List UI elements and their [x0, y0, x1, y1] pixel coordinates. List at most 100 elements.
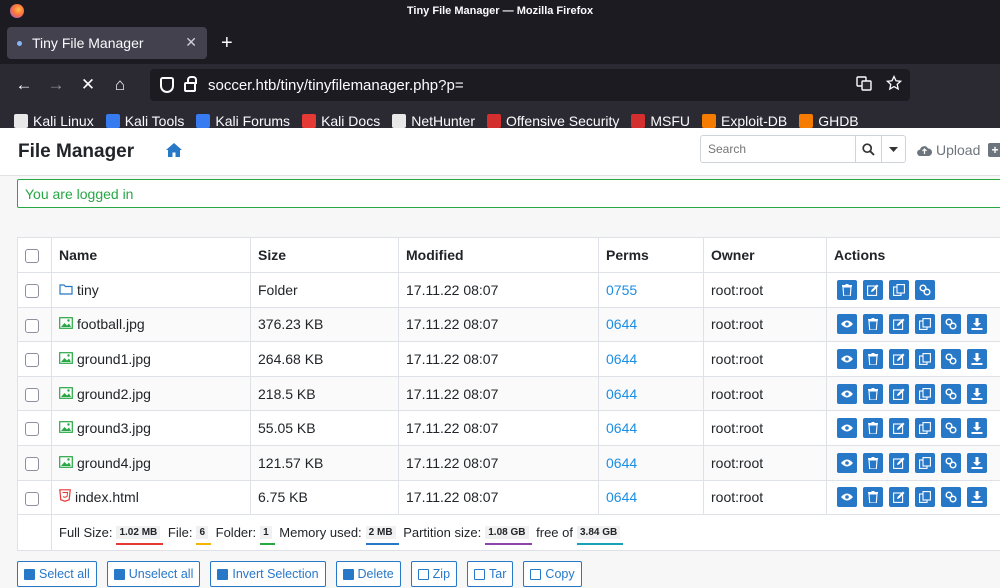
view-button[interactable]: [837, 383, 857, 404]
link-button[interactable]: [915, 279, 935, 300]
translate-icon[interactable]: [856, 75, 872, 95]
tar-button[interactable]: Tar: [467, 561, 514, 587]
unselect-all-button[interactable]: Unselect all: [106, 561, 201, 587]
new-tab-button[interactable]: +: [221, 32, 233, 55]
col-size[interactable]: Size: [250, 237, 399, 273]
row-checkbox[interactable]: [25, 283, 39, 298]
table-row[interactable]: ground4.jpg 121.57 KB 17.11.22 08:07 0644 ro…: [17, 444, 1000, 481]
home-button[interactable]: ⌂: [104, 69, 136, 101]
delete-button[interactable]: [863, 418, 883, 439]
link-button[interactable]: [941, 383, 961, 404]
table-row[interactable]: ground1.jpg 264.68 KB 17.11.22 08:07 0644 ro…: [17, 341, 1000, 377]
copy-button[interactable]: [915, 487, 935, 508]
perms-link[interactable]: 0644: [606, 316, 637, 332]
file-name-link[interactable]: index.html: [75, 489, 139, 505]
copy-button[interactable]: Copy: [523, 561, 582, 587]
bookmark-msfu[interactable]: MSFU: [631, 113, 690, 129]
perms-link[interactable]: 0644: [606, 386, 637, 402]
download-button[interactable]: [967, 452, 987, 473]
view-button[interactable]: [837, 418, 857, 439]
row-checkbox[interactable]: [25, 318, 39, 333]
perms-link[interactable]: 0644: [606, 455, 637, 471]
delete-button[interactable]: [837, 279, 857, 300]
delete-button[interactable]: [863, 348, 883, 369]
delete-button[interactable]: Delete: [335, 561, 401, 587]
bookmark-kali-forums[interactable]: Kali Forums: [196, 113, 290, 129]
view-button[interactable]: [837, 452, 857, 473]
file-name-link[interactable]: ground4.jpg: [77, 455, 151, 471]
download-button[interactable]: [967, 314, 987, 335]
edit-button[interactable]: [889, 487, 909, 508]
perms-link[interactable]: 0644: [606, 420, 637, 436]
delete-button[interactable]: [863, 487, 883, 508]
bookmark-star-icon[interactable]: [885, 74, 903, 95]
copy-button[interactable]: [915, 314, 935, 335]
perms-link[interactable]: 0644: [606, 351, 637, 367]
page-title[interactable]: File Manager: [18, 141, 134, 163]
tab-close-icon[interactable]: ✕: [185, 34, 197, 51]
col-name[interactable]: Name: [51, 237, 251, 273]
download-button[interactable]: [967, 383, 987, 404]
file-name-link[interactable]: ground3.jpg: [77, 420, 151, 436]
table-row[interactable]: tiny Folder 17.11.22 08:07 0755 root:root: [17, 272, 1000, 308]
file-name-link[interactable]: ground2.jpg: [77, 386, 151, 402]
forward-button[interactable]: →: [40, 69, 72, 101]
new-item-icon[interactable]: +: [988, 143, 1000, 157]
home-icon[interactable]: [166, 143, 183, 162]
table-row[interactable]: index.html 6.75 KB 17.11.22 08:07 0644 root:…: [17, 479, 1000, 516]
row-checkbox[interactable]: [25, 456, 39, 471]
select-all-button[interactable]: Select all: [17, 561, 97, 587]
file-name-link[interactable]: tiny: [77, 282, 99, 298]
link-button[interactable]: [941, 418, 961, 439]
delete-button[interactable]: [863, 383, 883, 404]
bookmark-kali-docs[interactable]: Kali Docs: [302, 113, 380, 129]
bookmark-ghdb[interactable]: GHDB: [799, 113, 859, 129]
edit-button[interactable]: [889, 452, 909, 473]
copy-button[interactable]: [889, 279, 909, 300]
edit-button[interactable]: [889, 383, 909, 404]
row-checkbox[interactable]: [25, 491, 39, 506]
url-text[interactable]: soccer.htb/tiny/tinyfilemanager.php?p=: [208, 77, 464, 94]
col-perms[interactable]: Perms: [598, 237, 704, 273]
tab-tiny-file-manager[interactable]: Tiny File Manager ✕: [7, 27, 207, 59]
copy-button[interactable]: [915, 418, 935, 439]
view-button[interactable]: [837, 487, 857, 508]
bookmark-exploit-db[interactable]: Exploit-DB: [702, 113, 787, 129]
link-button[interactable]: [941, 314, 961, 335]
perms-link[interactable]: 0755: [606, 282, 637, 298]
zip-button[interactable]: Zip: [410, 561, 458, 587]
search-button[interactable]: [856, 135, 882, 163]
select-all-checkbox[interactable]: [25, 249, 39, 264]
back-button[interactable]: ←: [8, 69, 40, 101]
edit-button[interactable]: [889, 314, 909, 335]
edit-button[interactable]: [889, 418, 909, 439]
tracking-shield-icon[interactable]: [160, 77, 174, 93]
row-checkbox[interactable]: [25, 387, 39, 402]
bookmark-offensive-security[interactable]: Offensive Security: [487, 113, 619, 129]
delete-button[interactable]: [863, 452, 883, 473]
download-button[interactable]: [967, 348, 987, 369]
bookmark-kali-linux[interactable]: Kali Linux: [14, 113, 94, 129]
download-button[interactable]: [967, 418, 987, 439]
edit-button[interactable]: [863, 279, 883, 300]
copy-button[interactable]: [915, 348, 935, 369]
search-options-button[interactable]: [882, 135, 906, 163]
file-name-link[interactable]: ground1.jpg: [77, 351, 151, 367]
download-button[interactable]: [967, 487, 987, 508]
lock-icon[interactable]: [184, 76, 197, 92]
row-checkbox[interactable]: [25, 353, 39, 368]
invert-selection-button[interactable]: Invert Selection: [210, 561, 326, 587]
copy-button[interactable]: [915, 452, 935, 473]
search-input[interactable]: [700, 135, 856, 163]
bookmark-kali-tools[interactable]: Kali Tools: [105, 113, 184, 129]
table-row[interactable]: ground3.jpg 55.05 KB 17.11.22 08:07 0644 roo…: [17, 410, 1000, 446]
link-button[interactable]: [941, 487, 961, 508]
url-bar[interactable]: soccer.htb/tiny/tinyfilemanager.php?p=: [150, 69, 910, 101]
edit-button[interactable]: [889, 348, 909, 369]
perms-link[interactable]: 0644: [606, 489, 637, 505]
table-row[interactable]: ground2.jpg 218.5 KB 17.11.22 08:07 0644 roo…: [17, 375, 1000, 412]
row-checkbox[interactable]: [25, 422, 39, 437]
bookmark-nethunter[interactable]: NetHunter: [392, 113, 475, 129]
file-name-link[interactable]: football.jpg: [77, 316, 145, 332]
view-button[interactable]: [837, 314, 857, 335]
